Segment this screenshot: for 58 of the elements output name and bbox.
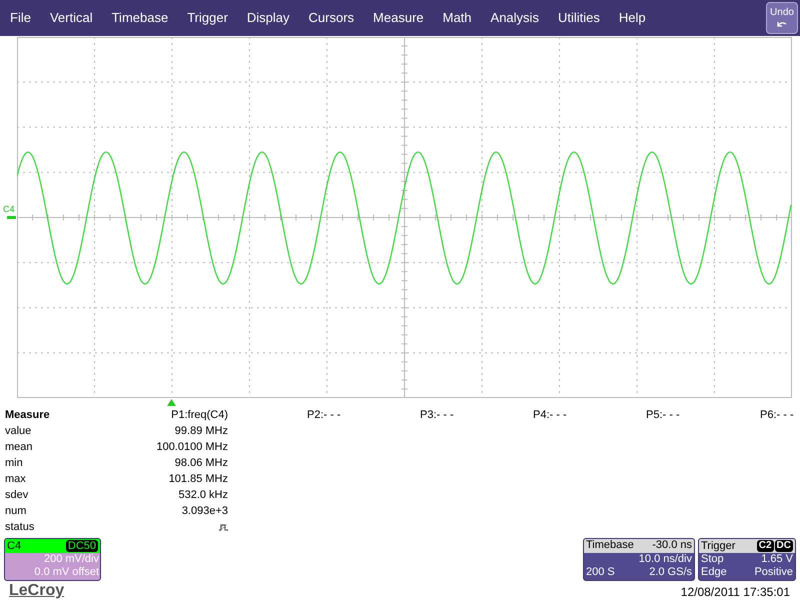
timebase-delay: -30.0 ns bbox=[652, 539, 692, 553]
measure-value: 3.093e+3 bbox=[180, 504, 228, 519]
channel-box[interactable]: C4 DC50 200 mV/div 0.0 mV offset bbox=[4, 538, 101, 581]
trigger-mode: Stop bbox=[701, 553, 724, 566]
parameter-header: P5:- - - bbox=[646, 408, 681, 423]
menu-item[interactable]: Display bbox=[246, 8, 290, 28]
row-label: status bbox=[5, 520, 36, 535]
menu-item[interactable]: File bbox=[10, 8, 31, 28]
channel-marker-icon bbox=[7, 216, 16, 219]
channel-label: C4 bbox=[3, 202, 15, 216]
parameter-header: P2:- - - bbox=[307, 408, 342, 423]
trigger-level: 1.65 V bbox=[761, 553, 793, 566]
menu-item[interactable]: Analysis bbox=[490, 8, 539, 28]
row-label: num bbox=[5, 504, 28, 519]
channel-offset: 0.0 mV offset bbox=[33, 566, 100, 579]
parameter-header: P4:- - - bbox=[533, 408, 568, 423]
date-time: 12/08/2011 17:35:01 bbox=[680, 585, 790, 599]
trigger-title: Trigger bbox=[701, 540, 736, 552]
row-label: value bbox=[5, 424, 32, 439]
trigger-box[interactable]: Trigger C2 DC Stop 1.65 V Edge Positive bbox=[698, 538, 796, 581]
menu-item[interactable]: Timebase bbox=[112, 8, 168, 28]
parameter-header: P1:freq(C4) bbox=[170, 408, 228, 423]
coupling-badge: DC50 bbox=[66, 540, 98, 552]
trigger-type: Edge bbox=[701, 566, 727, 579]
timebase-scale: 10.0 ns/div bbox=[638, 553, 693, 566]
coupling-badge: DC bbox=[774, 540, 793, 552]
menu-item[interactable]: Measure bbox=[373, 8, 424, 28]
measure-value: 98.06 MHz bbox=[174, 456, 228, 471]
menu-item[interactable]: Utilities bbox=[558, 8, 600, 28]
measure-value: 100.0100 MHz bbox=[155, 440, 228, 455]
measure-value: 532.0 kHz bbox=[177, 488, 228, 503]
channel-scale: 200 mV/div bbox=[42, 553, 100, 566]
timebase-title: Timebase bbox=[586, 539, 634, 553]
row-label: sdev bbox=[5, 488, 30, 503]
source-badge: C2 bbox=[756, 540, 774, 552]
channel-name: C4 bbox=[7, 540, 22, 552]
logo: LeCroy bbox=[9, 582, 64, 600]
measure-title: Measure bbox=[5, 408, 51, 423]
sample-rate: 2.0 GS/s bbox=[649, 566, 692, 579]
menu-item[interactable]: Trigger bbox=[187, 8, 228, 28]
parameter-header: P3:- - - bbox=[420, 408, 455, 423]
timebase-box[interactable]: Timebase -30.0 ns 10.0 ns/div 200 S 2.0 GS/s bbox=[583, 538, 695, 581]
undo-icon bbox=[776, 20, 788, 28]
trigger-position-icon bbox=[167, 399, 176, 406]
sample-count: 200 S bbox=[586, 566, 615, 579]
menu-item[interactable]: Vertical bbox=[50, 8, 93, 28]
undo-button[interactable]: Undo bbox=[766, 2, 798, 34]
status-icon bbox=[219, 522, 228, 532]
parameter-header: P6:- - - bbox=[760, 408, 795, 423]
row-label: min bbox=[5, 456, 24, 471]
menu-item[interactable]: Cursors bbox=[308, 8, 354, 28]
menu-item[interactable]: Math bbox=[442, 8, 472, 28]
measure-value: 101.85 MHz bbox=[168, 472, 228, 487]
menu-item[interactable]: Help bbox=[618, 8, 646, 28]
row-label: mean bbox=[5, 440, 34, 455]
trigger-slope: Positive bbox=[754, 566, 793, 579]
measure-value: 99.89 MHz bbox=[174, 424, 228, 439]
row-label: max bbox=[5, 472, 27, 487]
